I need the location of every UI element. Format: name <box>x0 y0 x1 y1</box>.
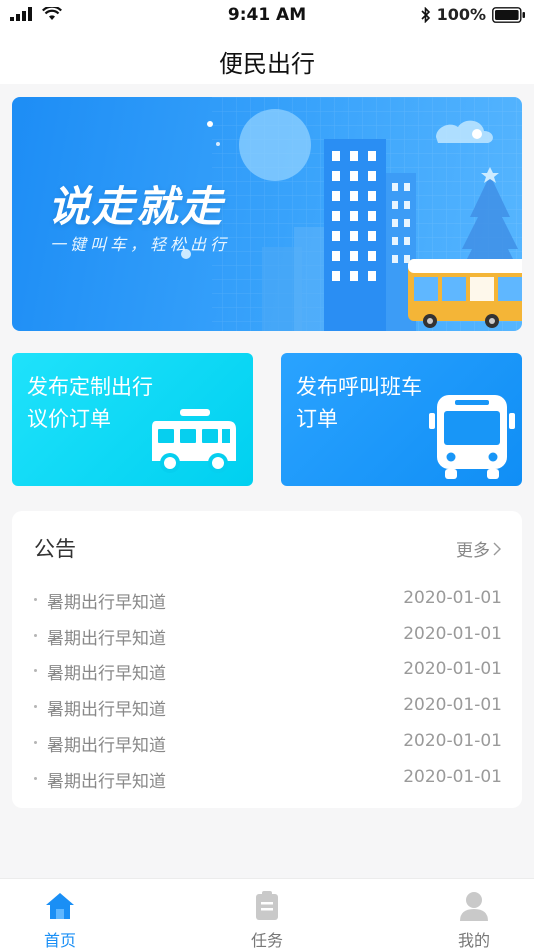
notice-item-text: 暑期出行早知道 <box>47 629 166 649</box>
clipboard-icon <box>256 891 278 920</box>
custom-trip-order-card[interactable]: 发布定制出行 议价订单 <box>12 353 253 486</box>
status-bar: 9:41 AM 100% <box>0 0 534 32</box>
notice-item-text: 暑期出行早知道 <box>47 772 166 792</box>
notice-item[interactable]: 暑期出行早知道 2020-01-01 <box>34 588 502 613</box>
notice-item-text: 暑期出行早知道 <box>47 664 166 684</box>
status-right: 100% <box>420 5 526 24</box>
banner-slogan: 说走就走 <box>48 182 225 231</box>
bus-icon <box>429 395 515 479</box>
bluetooth-icon <box>420 6 430 23</box>
battery-icon <box>492 6 525 23</box>
home-icon <box>46 893 74 919</box>
notice-more-link[interactable]: 更多 <box>456 536 502 561</box>
custom-trip-label-line2: 议价订单 <box>27 407 111 431</box>
banner-subtitle: 一键叫车，轻松出行 <box>50 235 231 254</box>
notice-item-date: 2020-01-01 <box>403 731 502 751</box>
tab-bar: 首页 任务 我的 <box>0 878 534 950</box>
notice-panel: 公告 更多 暑期出行早知道 2020-01-01 暑期出行早知道 2020-01… <box>12 511 522 808</box>
notice-item-date: 2020-01-01 <box>403 624 502 644</box>
nav-bar: 便民出行 <box>0 32 534 84</box>
notice-item-date: 2020-01-01 <box>403 695 502 715</box>
custom-trip-label: 发布定制出行 议价订单 <box>27 371 153 435</box>
notice-item-text: 暑期出行早知道 <box>47 700 166 720</box>
notice-item[interactable]: 暑期出行早知道 2020-01-01 <box>34 731 502 756</box>
bullet-dot <box>34 777 37 780</box>
more-label: 更多 <box>456 541 490 561</box>
chevron-right-icon <box>493 542 501 555</box>
tab-tasks-label: 任务 <box>250 931 283 950</box>
tab-profile-label: 我的 <box>457 931 490 950</box>
tab-tasks[interactable]: 任务 <box>227 879 307 950</box>
bullet-dot <box>34 741 37 744</box>
bullet-dot <box>34 705 37 708</box>
custom-trip-label-line1: 发布定制出行 <box>27 375 153 399</box>
notice-item-text: 暑期出行早知道 <box>47 736 166 756</box>
tab-home-label: 首页 <box>43 931 76 950</box>
van-icon <box>152 409 236 473</box>
notice-item[interactable]: 暑期出行早知道 2020-01-01 <box>34 659 502 684</box>
page-title: 便民出行 <box>219 50 315 78</box>
notice-item[interactable]: 暑期出行早知道 2020-01-01 <box>34 767 502 792</box>
promo-banner[interactable]: 说走就走 一键叫车，轻松出行 <box>12 97 522 331</box>
battery-percent: 100% <box>436 5 486 24</box>
shuttle-label-line1: 发布呼叫班车 <box>296 375 422 399</box>
notice-item-date: 2020-01-01 <box>403 659 502 679</box>
notice-item-date: 2020-01-01 <box>403 767 502 787</box>
notice-item[interactable]: 暑期出行早知道 2020-01-01 <box>34 695 502 720</box>
notice-title: 公告 <box>34 537 76 561</box>
notice-item-date: 2020-01-01 <box>403 588 502 608</box>
bullet-dot <box>34 598 37 601</box>
shuttle-label-line2: 订单 <box>296 407 338 431</box>
tab-home[interactable]: 首页 <box>20 879 100 950</box>
shuttle-order-card[interactable]: 发布呼叫班车 订单 <box>281 353 522 486</box>
notice-item-text: 暑期出行早知道 <box>47 593 166 613</box>
bullet-dot <box>34 669 37 672</box>
shuttle-label: 发布呼叫班车 订单 <box>296 371 422 435</box>
tab-profile[interactable]: 我的 <box>434 879 514 950</box>
user-icon <box>460 892 488 921</box>
notice-item[interactable]: 暑期出行早知道 2020-01-01 <box>34 624 502 649</box>
bullet-dot <box>34 634 37 637</box>
